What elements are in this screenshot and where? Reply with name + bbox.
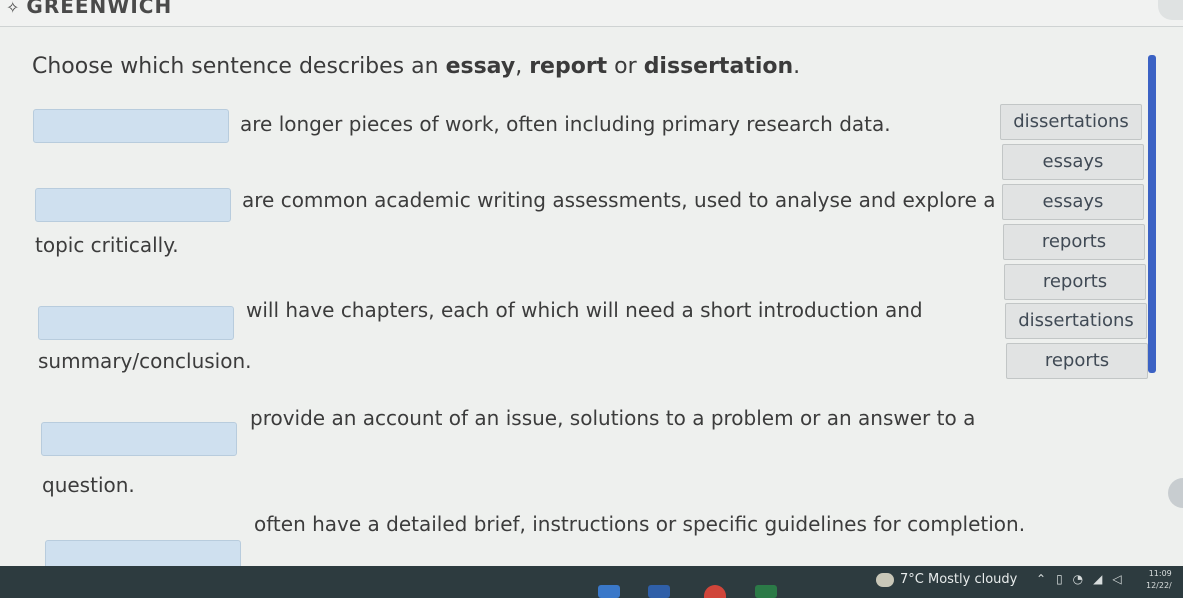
sentence-2-continuation: topic critically.	[35, 233, 179, 257]
taskbar-app-icon[interactable]	[598, 585, 620, 598]
excel-app-icon[interactable]	[755, 585, 777, 598]
word-chip-dissertations[interactable]: dissertations	[1005, 303, 1147, 339]
brand-name: GREENWICH	[26, 0, 173, 18]
keyword-dissertation: dissertation	[643, 54, 794, 79]
instruction-separator: or	[607, 54, 644, 79]
greenwich-logo: ✧ GREENWICH	[6, 0, 172, 18]
drop-slot-3[interactable]	[38, 306, 234, 340]
scrollbar-thumb[interactable]	[1148, 55, 1156, 373]
chevron-up-icon[interactable]: ⌃	[1036, 572, 1046, 586]
battery-icon[interactable]: ▯	[1056, 572, 1063, 586]
volume-icon[interactable]: ◁	[1112, 572, 1121, 586]
wifi-icon[interactable]: ◢	[1093, 572, 1102, 586]
question-instruction: Choose which sentence describes an essay…	[32, 54, 800, 79]
instruction-separator: ,	[515, 54, 530, 79]
drop-slot-2[interactable]	[35, 188, 231, 222]
floating-button[interactable]	[1168, 478, 1183, 508]
keyword-report: report	[529, 54, 608, 79]
sentence-4-continuation: question.	[42, 473, 135, 497]
system-tray[interactable]: ⌃ ▯ ◔ ◢ ◁	[1036, 572, 1132, 586]
word-chip-dissertations[interactable]: dissertations	[1000, 104, 1142, 140]
sentence-4-text: provide an account of an issue, solution…	[250, 406, 976, 430]
drop-slot-1[interactable]	[33, 109, 229, 143]
word-app-icon[interactable]	[648, 585, 670, 598]
word-chip-reports[interactable]: reports	[1004, 264, 1146, 300]
word-chip-essays[interactable]: essays	[1002, 144, 1144, 180]
cloud-icon	[876, 572, 894, 587]
word-chip-reports[interactable]: reports	[1006, 343, 1148, 379]
logo-icon: ✧	[6, 0, 21, 17]
chrome-app-icon[interactable]	[704, 585, 726, 598]
sentence-3-continuation: summary/conclusion.	[38, 349, 252, 373]
word-chip-essays[interactable]: essays	[1002, 184, 1144, 220]
keyword-essay: essay	[445, 54, 516, 79]
weather-text: 7°C Mostly cloudy	[900, 572, 1018, 587]
weather-widget[interactable]: 7°C Mostly cloudy	[876, 572, 1017, 587]
site-header: ✧ GREENWICH	[0, 0, 1183, 27]
word-chip-reports[interactable]: reports	[1003, 224, 1145, 260]
sentence-1-text: are longer pieces of work, often includi…	[240, 112, 891, 136]
instruction-suffix: .	[793, 54, 801, 79]
sentence-2-text: are common academic writing assessments,…	[242, 188, 996, 212]
instruction-prefix: Choose which sentence describes an	[32, 54, 446, 79]
sentence-3-text: will have chapters, each of which will n…	[246, 298, 923, 322]
network-icon[interactable]: ◔	[1073, 572, 1083, 586]
clock[interactable]: 11:09 12/22/	[1146, 568, 1172, 592]
clock-time: 11:09	[1148, 569, 1172, 578]
clock-date: 12/22/	[1146, 581, 1172, 590]
taskbar: 7°C Mostly cloudy ⌃ ▯ ◔ ◢ ◁ 11:09 12/22/	[0, 566, 1183, 598]
drop-slot-4[interactable]	[41, 422, 237, 456]
sentence-5-text: often have a detailed brief, instruction…	[254, 512, 1026, 536]
scrollbar[interactable]	[1146, 55, 1158, 373]
